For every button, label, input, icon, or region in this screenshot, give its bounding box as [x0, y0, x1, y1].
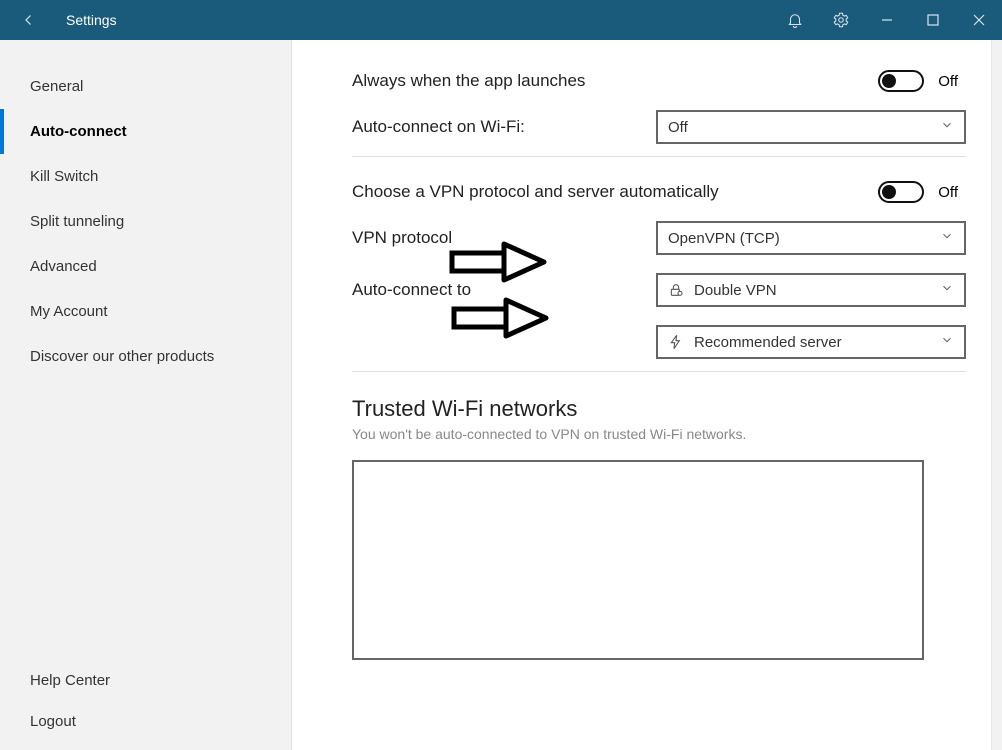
sidebar-item-label: Advanced: [30, 258, 97, 275]
chevron-down-icon: [940, 118, 954, 136]
sidebar-item-label: General: [30, 78, 83, 95]
vpn-protocol-value: OpenVPN (TCP): [668, 230, 940, 247]
sidebar-item-advanced[interactable]: Advanced: [0, 244, 291, 289]
notifications-icon[interactable]: [772, 0, 818, 40]
trusted-networks-subtitle: You won't be auto-connected to VPN on tr…: [352, 426, 966, 442]
auto-connect-to-label: Auto-connect to: [352, 280, 471, 300]
settings-gear-icon[interactable]: [818, 0, 864, 40]
wifi-label: Auto-connect on Wi-Fi:: [352, 117, 525, 137]
auto-protocol-state: Off: [938, 184, 958, 201]
auto-protocol-toggle[interactable]: [878, 181, 924, 203]
footer-item-label: Logout: [30, 713, 76, 730]
divider: [352, 156, 966, 157]
recommended-server-select[interactable]: Recommended server: [656, 325, 966, 359]
sidebar-item-discover-products[interactable]: Discover our other products: [0, 334, 291, 379]
logout-link[interactable]: Logout: [0, 701, 291, 742]
maximize-button[interactable]: [910, 0, 956, 40]
sidebar-item-auto-connect[interactable]: Auto-connect: [0, 109, 291, 154]
auto-connect-to-value: Double VPN: [694, 282, 940, 299]
sidebar-item-label: My Account: [30, 303, 108, 320]
wifi-select-value: Off: [668, 119, 940, 136]
recommended-server-value: Recommended server: [694, 334, 940, 351]
vpn-protocol-select[interactable]: OpenVPN (TCP): [656, 221, 966, 255]
auto-protocol-label: Choose a VPN protocol and server automat…: [352, 182, 719, 202]
always-launch-toggle[interactable]: [878, 70, 924, 92]
lock-icon: [668, 282, 684, 298]
sidebar-item-label: Split tunneling: [30, 213, 124, 230]
chevron-down-icon: [940, 281, 954, 299]
titlebar: Settings: [0, 0, 1002, 40]
footer-item-label: Help Center: [30, 672, 110, 689]
sidebar-item-general[interactable]: General: [0, 64, 291, 109]
help-center-link[interactable]: Help Center: [0, 660, 291, 701]
sidebar: General Auto-connect Kill Switch Split t…: [0, 40, 292, 750]
trusted-networks-title: Trusted Wi-Fi networks: [352, 396, 966, 422]
window-title: Settings: [66, 12, 117, 28]
minimize-button[interactable]: [864, 0, 910, 40]
auto-connect-to-select[interactable]: Double VPN: [656, 273, 966, 307]
sidebar-item-split-tunneling[interactable]: Split tunneling: [0, 199, 291, 244]
always-launch-label: Always when the app launches: [352, 71, 585, 91]
sidebar-item-kill-switch[interactable]: Kill Switch: [0, 154, 291, 199]
always-launch-state: Off: [938, 73, 958, 90]
sidebar-item-label: Auto-connect: [30, 123, 127, 140]
lightning-icon: [668, 334, 684, 350]
close-button[interactable]: [956, 0, 1002, 40]
chevron-down-icon: [940, 229, 954, 247]
trusted-networks-list[interactable]: [352, 460, 924, 660]
sidebar-item-label: Kill Switch: [30, 168, 98, 185]
back-button[interactable]: [12, 11, 46, 29]
divider: [352, 371, 966, 372]
vpn-protocol-label: VPN protocol: [352, 228, 452, 248]
sidebar-item-label: Discover our other products: [30, 348, 214, 365]
chevron-down-icon: [940, 333, 954, 351]
wifi-select[interactable]: Off: [656, 110, 966, 144]
sidebar-item-my-account[interactable]: My Account: [0, 289, 291, 334]
main-content: Always when the app launches Off Auto-co…: [292, 40, 1002, 750]
